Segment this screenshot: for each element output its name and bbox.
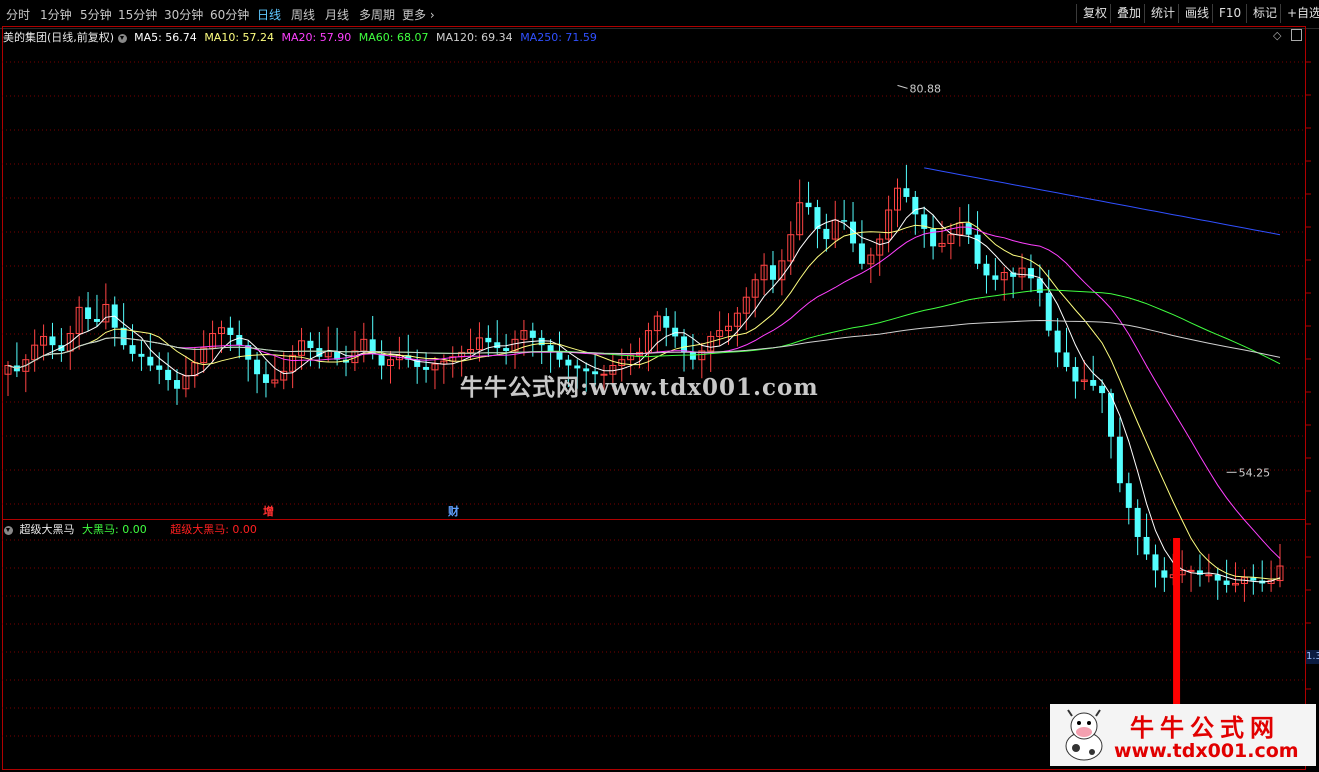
candle-body <box>423 366 430 370</box>
diamond-icon[interactable]: ◇ <box>1273 29 1281 42</box>
candle-body <box>138 353 145 357</box>
candle-body <box>1090 380 1097 386</box>
candle-body <box>93 319 100 322</box>
high-pointer <box>897 84 908 89</box>
candle-body <box>1223 580 1230 585</box>
watermark-text: 牛牛公式网:www.tdx001.com <box>460 374 819 401</box>
site-logo-badge: 牛牛公式网 www.tdx001.com <box>1050 704 1316 766</box>
candle-body <box>494 342 501 349</box>
candle-body <box>378 353 385 366</box>
dahema-value: 大黑马: 0.00 <box>82 523 147 536</box>
candle-body <box>1143 536 1150 555</box>
candle-body <box>565 359 572 366</box>
candle-body <box>1250 577 1257 581</box>
candle-body <box>1027 268 1034 279</box>
candle-body <box>689 352 696 360</box>
stock-title: 美的集团(日线,前复权) <box>3 31 115 44</box>
indicator-name: 超级大黑马 <box>19 523 75 536</box>
candle-body <box>529 330 536 338</box>
chaojidahema-value: 超级大黑马: 0.00 <box>170 523 257 536</box>
candle-body <box>841 220 848 222</box>
candle-body <box>992 275 999 280</box>
window-icon[interactable] <box>1291 29 1302 41</box>
candle-body <box>165 369 172 381</box>
candle-body <box>1099 385 1106 394</box>
candle-body <box>1125 483 1132 508</box>
candle-body <box>858 243 865 264</box>
candle-body <box>1054 330 1061 353</box>
candle-body <box>1187 569 1195 572</box>
high-price-label: 80.88 <box>910 82 942 95</box>
candle-body <box>903 188 910 197</box>
candle-body <box>503 348 510 351</box>
candle-body <box>129 345 136 354</box>
candle-body <box>156 365 163 370</box>
ma20-label: MA20: 57.90 <box>281 31 352 44</box>
candle-body <box>681 336 688 353</box>
logo-url: www.tdx001.com <box>1114 740 1299 762</box>
candle-body <box>254 359 261 375</box>
candle-body <box>1205 574 1213 577</box>
candle-body <box>307 340 314 349</box>
candle-body <box>965 223 972 235</box>
candle-body <box>823 228 830 240</box>
ma120-line <box>7 319 1281 369</box>
event-marker-zeng[interactable]: 增 <box>263 503 274 519</box>
candle-body <box>85 307 92 319</box>
logo-title: 牛牛公式网 <box>1130 714 1280 742</box>
dropdown-circle-icon[interactable] <box>117 33 127 43</box>
candle-body <box>485 337 492 343</box>
ma250-label: MA250: 71.59 <box>520 31 597 44</box>
candle-body <box>769 265 776 280</box>
event-marker-cai[interactable]: 财 <box>448 503 459 519</box>
candle-body <box>1045 292 1052 331</box>
candle-body <box>672 327 679 337</box>
ma60-label: MA60: 68.07 <box>358 31 429 44</box>
candle-body <box>1116 436 1123 484</box>
candle-body <box>1161 570 1168 578</box>
candle-body <box>120 327 127 346</box>
candle-body <box>174 380 181 389</box>
indicator-legend: 超级大黑马 大黑马: 0.00 超级大黑马: 0.00 <box>4 521 257 537</box>
ma120-label: MA120: 69.34 <box>435 31 513 44</box>
candle-body <box>236 334 243 346</box>
ma10-label: MA10: 57.24 <box>204 31 275 44</box>
chart-legend: 美的集团(日线,前复权) MA5: 56.74 MA10: 57.24 MA20… <box>3 29 597 45</box>
candle-body <box>556 352 563 360</box>
ma60-line <box>7 289 1281 369</box>
low-price-label: 54.25 <box>1239 466 1271 479</box>
candle-body <box>49 336 56 346</box>
signal-bar <box>1173 538 1181 704</box>
ma5-label: MA5: 56.74 <box>134 31 197 44</box>
candle-body <box>147 356 154 366</box>
candle-body <box>805 202 812 208</box>
dropdown-circle-icon[interactable] <box>4 525 13 535</box>
cow-mascot-icon <box>1065 709 1103 761</box>
candle-body <box>930 228 937 247</box>
candle-body <box>983 263 990 276</box>
candle-body <box>1214 574 1221 581</box>
candle-body <box>1072 366 1079 382</box>
candle-body <box>262 374 269 383</box>
candle-body <box>1134 507 1141 537</box>
candle-body <box>227 327 234 335</box>
candle-body <box>1152 554 1159 571</box>
candle-body <box>1063 352 1070 367</box>
candle-body <box>663 316 670 328</box>
indicator-axis-label: 1.3 <box>1306 650 1319 664</box>
